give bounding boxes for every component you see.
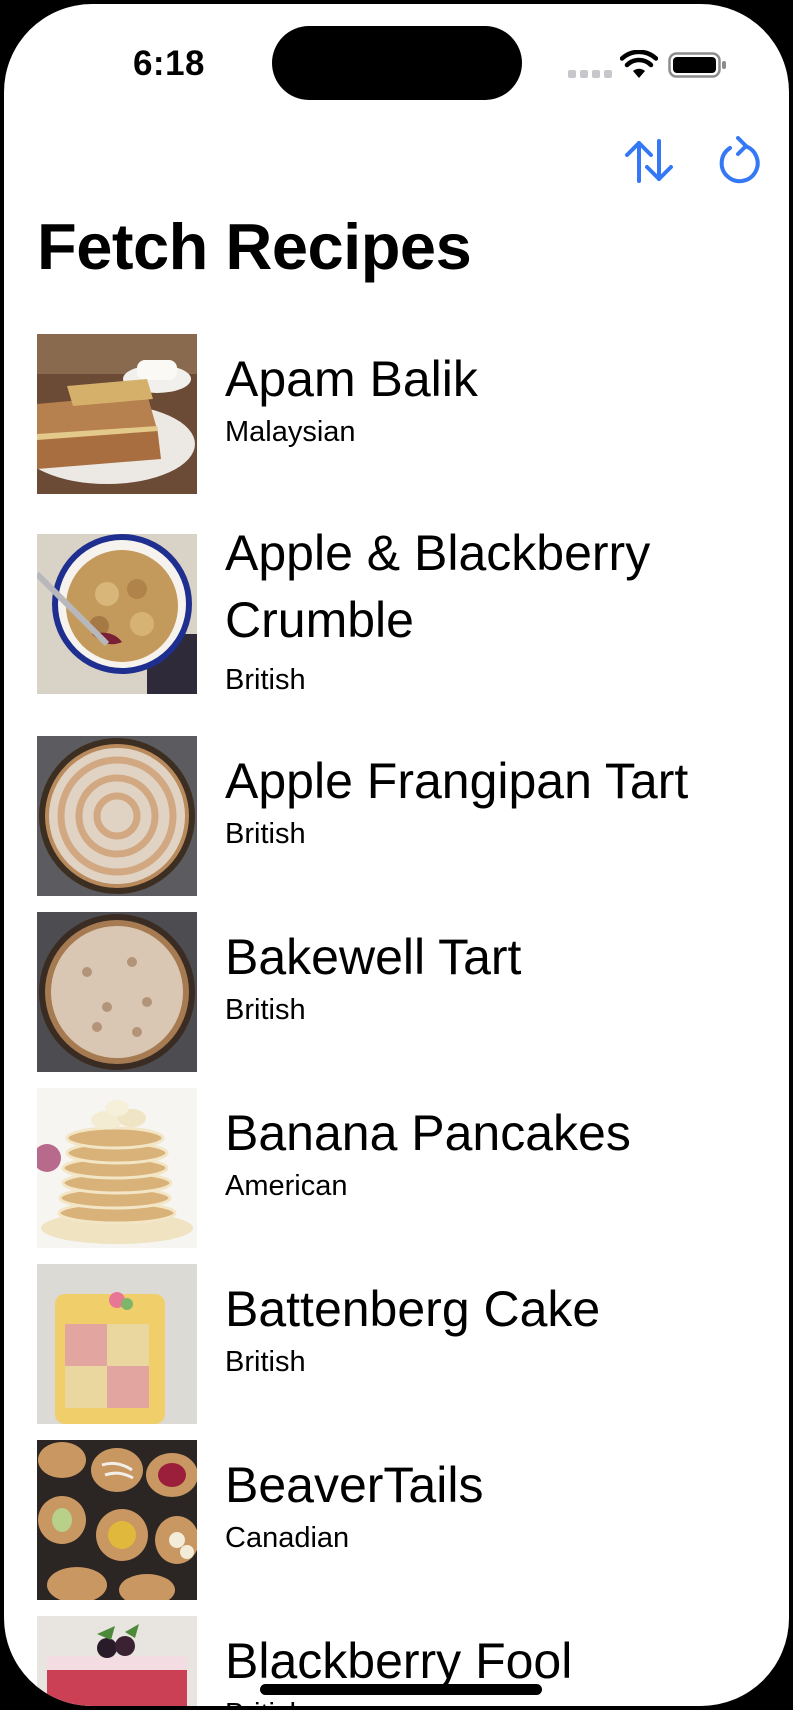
recipe-row[interactable]: Apple & Blackberry Crumble British [37, 525, 777, 704]
recipe-name: Battenberg Cake [225, 1281, 601, 1337]
recipe-cuisine: British [225, 1696, 306, 1706]
recipe-thumbnail [37, 1088, 197, 1248]
recipe-name: Apple & Blackberry Crumble [225, 525, 651, 648]
recipe-cuisine: British [225, 1346, 306, 1378]
recipe-cuisine: American [225, 1170, 348, 1202]
recipe-thumbnail [37, 912, 197, 1072]
phone-screen: 6:18 Fetch Recipes Apam Balik Malaysian … [4, 4, 789, 1706]
recipe-row[interactable]: BeaverTails Canadian [37, 1440, 777, 1610]
recipe-cuisine: British [225, 664, 306, 696]
recipe-cuisine: Canadian [225, 1522, 350, 1554]
recipe-name: Apam Balik [225, 351, 478, 407]
recipe-name: Apple Frangipan Tart [225, 753, 689, 809]
recipe-thumbnail [37, 1264, 197, 1424]
recipe-list: Apam Balik Malaysian Apple & Blackberry … [4, 4, 789, 1706]
recipe-thumbnail [37, 1440, 197, 1600]
recipe-row[interactable]: Apam Balik Malaysian [37, 334, 777, 504]
recipe-name: BeaverTails [225, 1457, 484, 1513]
recipe-thumbnail [37, 736, 197, 896]
recipe-cuisine: British [225, 818, 306, 850]
recipe-row[interactable]: Apple Frangipan Tart British [37, 736, 777, 906]
recipe-thumbnail [37, 1616, 197, 1706]
recipe-thumbnail [37, 534, 197, 694]
recipe-row[interactable]: Battenberg Cake British [37, 1264, 777, 1434]
recipe-row[interactable]: Banana Pancakes American [37, 1088, 777, 1258]
recipe-cuisine: Malaysian [225, 416, 356, 448]
recipe-cuisine: British [225, 994, 306, 1026]
recipe-name: Bakewell Tart [225, 929, 522, 985]
recipe-thumbnail [37, 334, 197, 494]
recipe-row[interactable]: Bakewell Tart British [37, 912, 777, 1082]
home-indicator[interactable] [260, 1684, 542, 1695]
recipe-name: Banana Pancakes [225, 1105, 631, 1161]
